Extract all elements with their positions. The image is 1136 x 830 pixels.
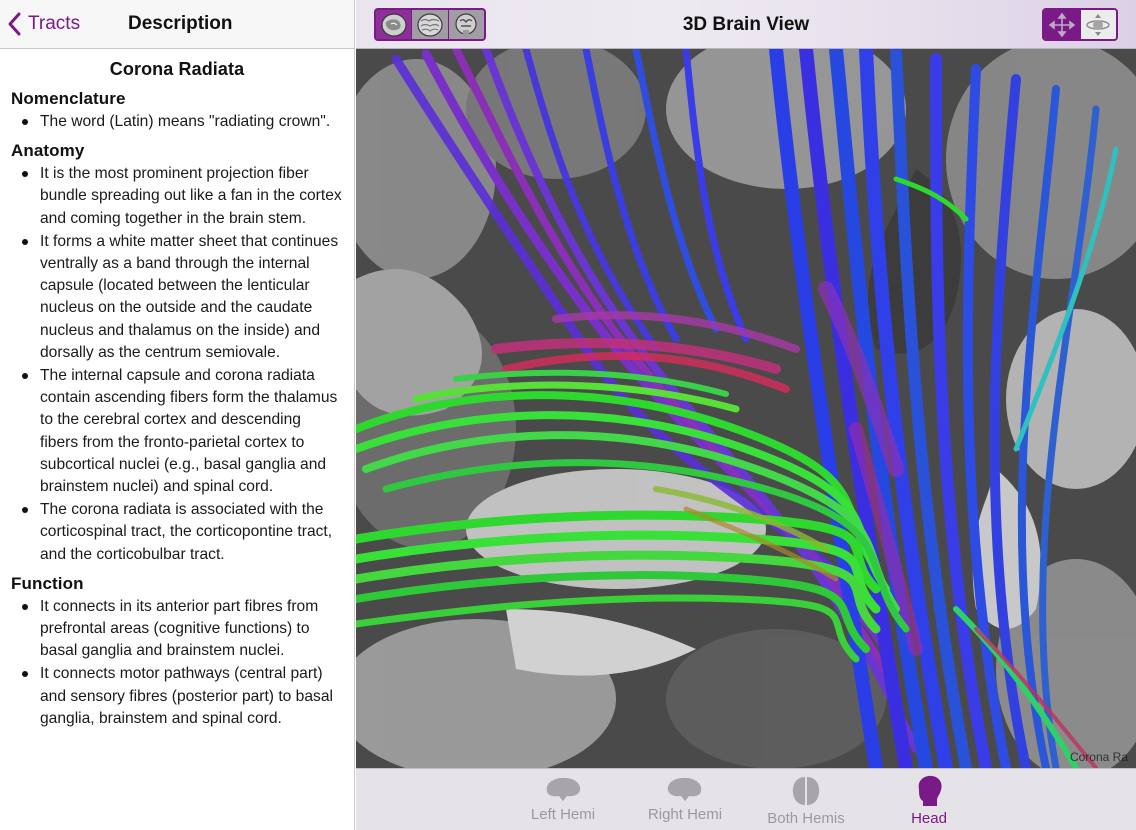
section-function: Function It connects in its anterior par… bbox=[11, 574, 343, 730]
axial-slice-icon bbox=[417, 12, 443, 37]
section-anatomy: Anatomy It is the most prominent project… bbox=[11, 141, 343, 566]
list-item: It is the most prominent projection fibe… bbox=[11, 163, 343, 230]
description-panel: Tracts Description Corona Radiata Nomenc… bbox=[0, 0, 355, 830]
move-arrows-icon bbox=[1048, 12, 1076, 37]
left-navigation-bar: Tracts Description bbox=[0, 0, 354, 49]
tab-right-hemi[interactable]: Right Hemi bbox=[630, 775, 740, 830]
tractography-render bbox=[356, 49, 1136, 768]
list-item: The corona radiata is associated with th… bbox=[11, 499, 343, 566]
right-navigation-bar: 3D Brain View bbox=[356, 0, 1136, 49]
sagittal-slice-icon bbox=[381, 12, 407, 37]
brain-3d-viewport[interactable]: Corona Ra bbox=[356, 49, 1136, 768]
tab-label: Both Hemis bbox=[767, 810, 845, 827]
move-tool-button[interactable] bbox=[1044, 10, 1080, 39]
section-heading: Anatomy bbox=[11, 141, 85, 161]
left-nav-title: Description bbox=[128, 13, 233, 34]
section-heading: Nomenclature bbox=[11, 89, 126, 108]
list-item: It connects motor pathways (central part… bbox=[11, 663, 343, 730]
tab-left-hemi[interactable]: Left Hemi bbox=[508, 775, 618, 830]
bullet-list: It is the most prominent projection fibe… bbox=[11, 163, 343, 566]
back-button[interactable]: Tracts bbox=[6, 9, 80, 39]
chevron-left-icon bbox=[8, 12, 21, 36]
left-hemisphere-icon bbox=[546, 777, 581, 801]
right-hemisphere-icon bbox=[667, 777, 702, 801]
back-button-label: Tracts bbox=[28, 13, 81, 34]
list-item: It forms a white matter sheet that conti… bbox=[11, 231, 343, 364]
tab-label: Right Hemi bbox=[647, 806, 723, 823]
section-heading: Function bbox=[11, 573, 84, 593]
rotate-tool-button[interactable] bbox=[1079, 10, 1116, 39]
tab-label: Head bbox=[911, 810, 947, 827]
bottom-tab-bar: Left Hemi Right Hemi Both Hemis Head bbox=[356, 768, 1136, 830]
viewport-corner-label: Corona Ra bbox=[1069, 750, 1128, 764]
both-hemispheres-icon bbox=[792, 777, 820, 805]
list-item: It connects in its anterior part fibres … bbox=[11, 596, 343, 663]
view-axial-button[interactable] bbox=[412, 10, 449, 39]
list-item: The internal capsule and corona radiata … bbox=[11, 365, 343, 498]
tool-segmented-control bbox=[1042, 8, 1118, 41]
brain-view-panel: 3D Brain View Corona Ra Left Hemi Right … bbox=[356, 0, 1136, 830]
bullet-list: It connects in its anterior part fibres … bbox=[11, 596, 343, 730]
view-segmented-control bbox=[374, 8, 486, 41]
coronal-slice-icon bbox=[455, 12, 477, 37]
tract-title: Corona Radiata bbox=[109, 59, 245, 79]
view-sagittal-button[interactable] bbox=[376, 10, 413, 39]
tab-both-hemis[interactable]: Both Hemis bbox=[751, 775, 861, 830]
section-nomenclature: Nomenclature The word (Latin) means "rad… bbox=[11, 89, 343, 133]
list-item: The word (Latin) means "radiating crown"… bbox=[11, 111, 343, 133]
rotate-icon bbox=[1086, 13, 1110, 36]
bullet-list: The word (Latin) means "radiating crown"… bbox=[11, 111, 343, 133]
head-icon bbox=[918, 775, 942, 806]
tab-label: Left Hemi bbox=[530, 806, 596, 823]
description-content: Corona Radiata Nomenclature The word (La… bbox=[0, 50, 354, 738]
view-coronal-button[interactable] bbox=[448, 10, 484, 39]
tab-head[interactable]: Head bbox=[874, 775, 984, 830]
